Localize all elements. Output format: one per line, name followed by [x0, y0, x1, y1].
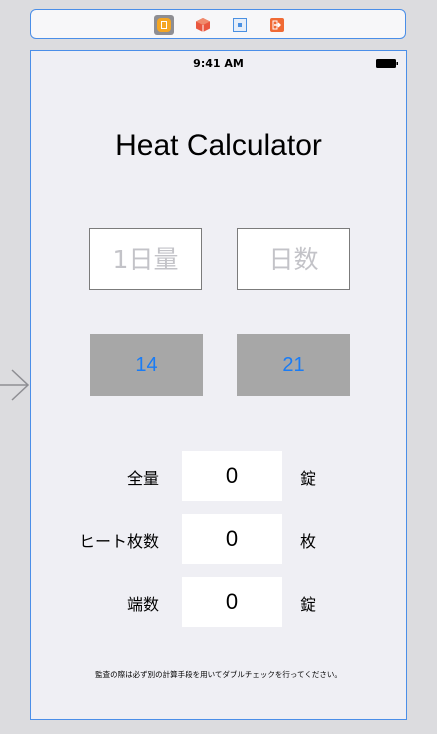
sheets-label: ヒート枚数 [78, 532, 159, 551]
remainder-label: 端数 [126, 595, 159, 614]
days-input[interactable] [237, 228, 350, 290]
total-unit: 錠 [300, 469, 317, 488]
audit-footnote: 監査の際は必ず別の計算手段を用いてダブルチェックを行ってください。 [95, 670, 342, 679]
total-label: 全量 [126, 469, 159, 488]
remainder-value: 0 [182, 577, 282, 627]
remainder-unit: 錠 [300, 595, 317, 614]
page-title: Heat Calculator [115, 129, 322, 162]
status-bar-time: 9:41 AM [193, 57, 244, 70]
exit-icon[interactable] [230, 15, 250, 35]
preset-14-button[interactable]: 14 [90, 334, 203, 396]
entry-point-arrow-icon[interactable] [0, 368, 30, 402]
sheets-unit: 枚 [300, 532, 317, 551]
total-value: 0 [182, 451, 282, 501]
preset-21-button[interactable]: 21 [237, 334, 350, 396]
view-controller-icon[interactable] [154, 15, 174, 35]
battery-icon [376, 59, 398, 68]
scene-dock [30, 9, 406, 39]
storyboard-reference-icon[interactable] [267, 15, 287, 35]
sheets-value: 0 [182, 514, 282, 564]
first-responder-icon[interactable] [193, 15, 213, 35]
daily-amount-input[interactable] [89, 228, 202, 290]
view-controller-canvas: 9:41 AM Heat Calculator 14 21 全量 0 錠 ヒート… [30, 50, 407, 720]
